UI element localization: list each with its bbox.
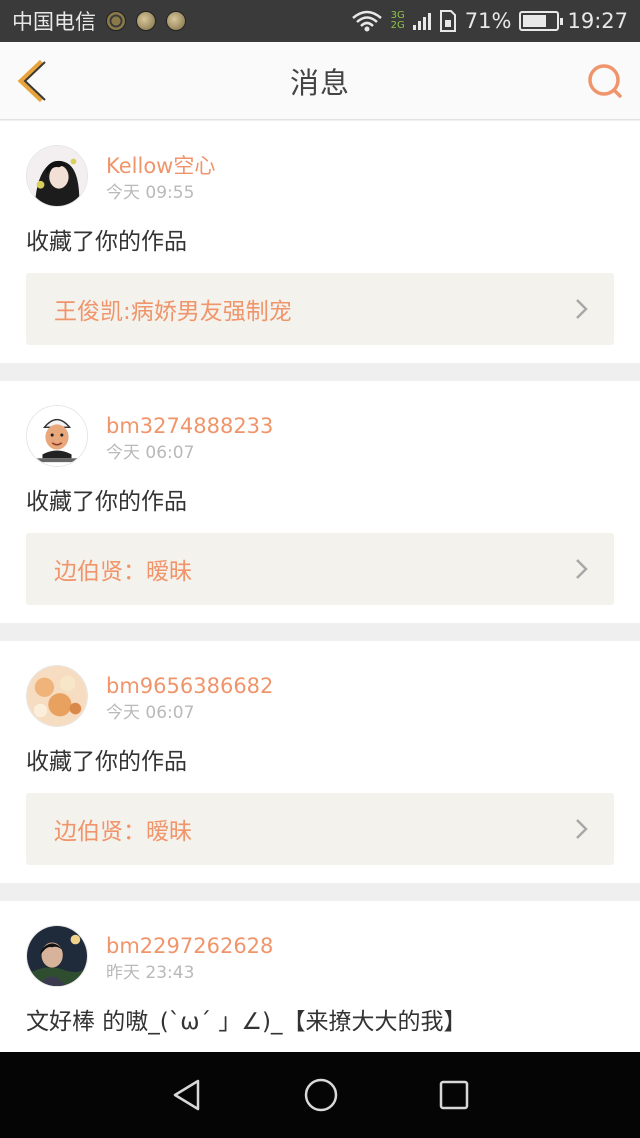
network-type-bottom: 2G <box>390 20 405 31</box>
page-title: 消息 <box>289 65 350 100</box>
avatar[interactable] <box>26 925 88 987</box>
search-icon[interactable] <box>586 62 624 100</box>
message-header: Kellow空心 今天 09:55 <box>26 145 614 209</box>
work-title: 王俊凯:病娇男友强制宠 <box>54 299 292 325</box>
status-bar-left: 中国电信 <box>12 6 186 36</box>
timestamp: 昨天 23:43 <box>106 963 195 983</box>
message-meta: bm9656386682 今天 06:07 <box>106 665 273 725</box>
system-nav-bar <box>0 1052 640 1138</box>
message-card: bm9656386682 今天 06:07 收藏了你的作品 边伯贤：暧昧 <box>0 641 640 883</box>
signal-icon <box>412 12 431 30</box>
avatar[interactable] <box>26 145 88 207</box>
status-bar-right: 3G 2G 71% 19:27 <box>351 9 628 33</box>
timestamp: 今天 06:07 <box>106 443 195 463</box>
message-header: bm2297262628 昨天 23:43 <box>26 925 614 989</box>
carrier-name: 中国电信 <box>12 10 96 34</box>
chevron-right-icon <box>576 819 588 839</box>
app-header: 消息 <box>0 42 640 120</box>
chevron-left-icon[interactable] <box>14 58 54 104</box>
message-action-text: 收藏了你的作品 <box>26 229 187 255</box>
message-list: Kellow空心 今天 09:55 收藏了你的作品 王俊凯:病娇男友强制宠 bm… <box>0 121 640 1052</box>
notification-coin-icon <box>136 11 156 31</box>
message-action-text: 收藏了你的作品 <box>26 489 187 515</box>
avatar[interactable] <box>26 405 88 467</box>
triangle-back-icon[interactable] <box>170 1078 204 1112</box>
message-action-text: 收藏了你的作品 <box>26 749 187 775</box>
status-bar: 中国电信 3G 2G 71% 19:27 <box>0 0 640 42</box>
square-recents-icon[interactable] <box>438 1079 470 1111</box>
timestamp: 今天 06:07 <box>106 703 195 723</box>
notification-app-icon <box>106 11 126 31</box>
work-link[interactable]: 边伯贤：暧昧 <box>26 793 614 865</box>
sim-card-icon <box>439 10 456 32</box>
avatar[interactable] <box>26 665 88 727</box>
battery-level <box>523 15 547 27</box>
work-title: 边伯贤：暧昧 <box>54 559 192 585</box>
circle-home-icon[interactable] <box>303 1077 339 1113</box>
clock: 19:27 <box>567 9 628 33</box>
username[interactable]: bm2297262628 <box>106 933 273 959</box>
username[interactable]: bm3274888233 <box>106 413 273 439</box>
message-card: Kellow空心 今天 09:55 收藏了你的作品 王俊凯:病娇男友强制宠 <box>0 121 640 363</box>
chevron-right-icon <box>576 299 588 319</box>
username[interactable]: bm9656386682 <box>106 673 273 699</box>
network-type: 3G 2G <box>391 11 405 31</box>
chevron-right-icon <box>576 559 588 579</box>
wifi-icon <box>351 10 382 32</box>
battery-icon <box>519 11 564 31</box>
message-card: bm3274888233 今天 06:07 收藏了你的作品 边伯贤：暧昧 <box>0 381 640 623</box>
message-meta: bm2297262628 昨天 23:43 <box>106 925 273 985</box>
message-header: bm9656386682 今天 06:07 <box>26 665 614 729</box>
timestamp: 今天 09:55 <box>106 183 195 203</box>
message-meta: Kellow空心 今天 09:55 <box>106 145 215 205</box>
username[interactable]: Kellow空心 <box>106 153 215 179</box>
comment-text: 文好棒 的嗷_(`ω´ 」∠)_【来撩大大的我】 <box>26 1009 467 1035</box>
battery-percent: 71% <box>464 9 512 33</box>
notification-coin-icon-2 <box>166 11 186 31</box>
message-header: bm3274888233 今天 06:07 <box>26 405 614 469</box>
message-meta: bm3274888233 今天 06:07 <box>106 405 273 465</box>
message-card: bm2297262628 昨天 23:43 文好棒 的嗷_(`ω´ 」∠)_【来… <box>0 901 640 1052</box>
work-title: 边伯贤：暧昧 <box>54 819 192 845</box>
work-link[interactable]: 边伯贤：暧昧 <box>26 533 614 605</box>
work-link[interactable]: 王俊凯:病娇男友强制宠 <box>26 273 614 345</box>
